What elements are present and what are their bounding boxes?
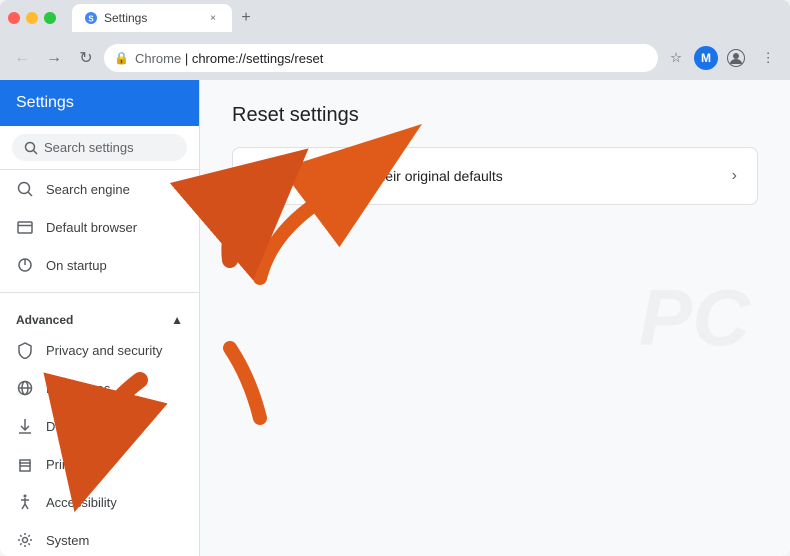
sidebar-item-label: Search engine (46, 182, 130, 197)
address-text: Chrome | chrome://settings/reset (135, 51, 648, 66)
watermark: PC (639, 272, 750, 364)
sidebar-search-placeholder: Search settings (44, 140, 134, 155)
main-content: PC Reset settings Restore settings to th… (200, 80, 790, 556)
sidebar-item-label: Downloads (46, 419, 110, 434)
sidebar-item-privacy-security[interactable]: Privacy and security (0, 331, 199, 369)
minimize-button[interactable] (26, 12, 38, 24)
forward-button[interactable]: → (40, 44, 68, 72)
bookmark-button[interactable]: ☆ (662, 44, 690, 72)
default-browser-icon (16, 218, 34, 236)
sidebar-item-label: Printing (46, 457, 90, 472)
active-tab[interactable]: S Settings × (72, 4, 232, 32)
sidebar-item-system[interactable]: System (0, 521, 199, 556)
row-arrow-icon: › (732, 167, 737, 185)
sidebar-item-accessibility[interactable]: Accessibility (0, 483, 199, 521)
sidebar-search-container: Search settings (0, 126, 199, 170)
sidebar-item-downloads[interactable]: Downloads (0, 407, 199, 445)
sidebar-item-label: Accessibility (46, 495, 117, 510)
new-tab-button[interactable]: + (232, 4, 260, 32)
sidebar-navigation: Search engine Default browser On startup (0, 170, 199, 556)
lock-icon: 🔒 (114, 51, 129, 65)
page-content: Settings Search settings Search engine (0, 80, 790, 556)
tab-close-button[interactable]: × (206, 11, 220, 25)
address-bar[interactable]: 🔒 Chrome | chrome://settings/reset (104, 44, 658, 72)
profile-button[interactable]: M (694, 46, 718, 70)
system-icon (16, 531, 34, 549)
maximize-button[interactable] (44, 12, 56, 24)
privacy-icon (16, 341, 34, 359)
sidebar-item-label: Languages (46, 381, 110, 396)
sidebar-divider (0, 292, 199, 293)
account-button[interactable] (722, 44, 750, 72)
close-button[interactable] (8, 12, 20, 24)
chevron-up-icon: ▲ (171, 313, 183, 327)
print-icon (16, 455, 34, 473)
sidebar-item-on-startup[interactable]: On startup (0, 246, 199, 284)
sidebar-item-label: System (46, 533, 89, 548)
accessibility-icon (16, 493, 34, 511)
sidebar-item-label: Privacy and security (46, 343, 162, 358)
sidebar-item-languages[interactable]: Languages (0, 369, 199, 407)
sidebar-item-default-browser[interactable]: Default browser (0, 208, 199, 246)
sidebar-item-label: Default browser (46, 220, 137, 235)
languages-icon (16, 379, 34, 397)
svg-text:S: S (88, 15, 94, 24)
sidebar: Settings Search settings Search engine (0, 80, 200, 556)
tab-title: Settings (104, 11, 147, 25)
restore-defaults-label: Restore settings to their original defau… (253, 168, 732, 184)
restore-defaults-row[interactable]: Restore settings to their original defau… (233, 148, 757, 204)
settings-card: Restore settings to their original defau… (232, 147, 758, 205)
search-icon (24, 141, 38, 155)
page-title: Reset settings (232, 104, 758, 127)
sidebar-advanced-section[interactable]: Advanced ▲ (0, 301, 199, 331)
title-bar: S Settings × + (0, 0, 790, 36)
sidebar-item-printing[interactable]: Printing (0, 445, 199, 483)
sidebar-title: Settings (0, 80, 199, 126)
sidebar-item-label: On startup (46, 258, 107, 273)
search-engine-icon (16, 180, 34, 198)
back-button[interactable]: ← (8, 44, 36, 72)
browser-window: S Settings × + ← → ↻ 🔒 Chrome | chrome:/… (0, 0, 790, 556)
refresh-button[interactable]: ↻ (72, 44, 100, 72)
on-startup-icon (16, 256, 34, 274)
tab-bar: S Settings × + (72, 4, 782, 32)
downloads-icon (16, 417, 34, 435)
sidebar-item-search-engine[interactable]: Search engine (0, 170, 199, 208)
sidebar-search-bar[interactable]: Search settings (12, 134, 187, 161)
window-controls (8, 12, 56, 24)
menu-button[interactable]: ⋮ (754, 44, 782, 72)
tab-favicon-icon: S (84, 11, 98, 25)
address-bar-row: ← → ↻ 🔒 Chrome | chrome://settings/reset… (0, 36, 790, 80)
